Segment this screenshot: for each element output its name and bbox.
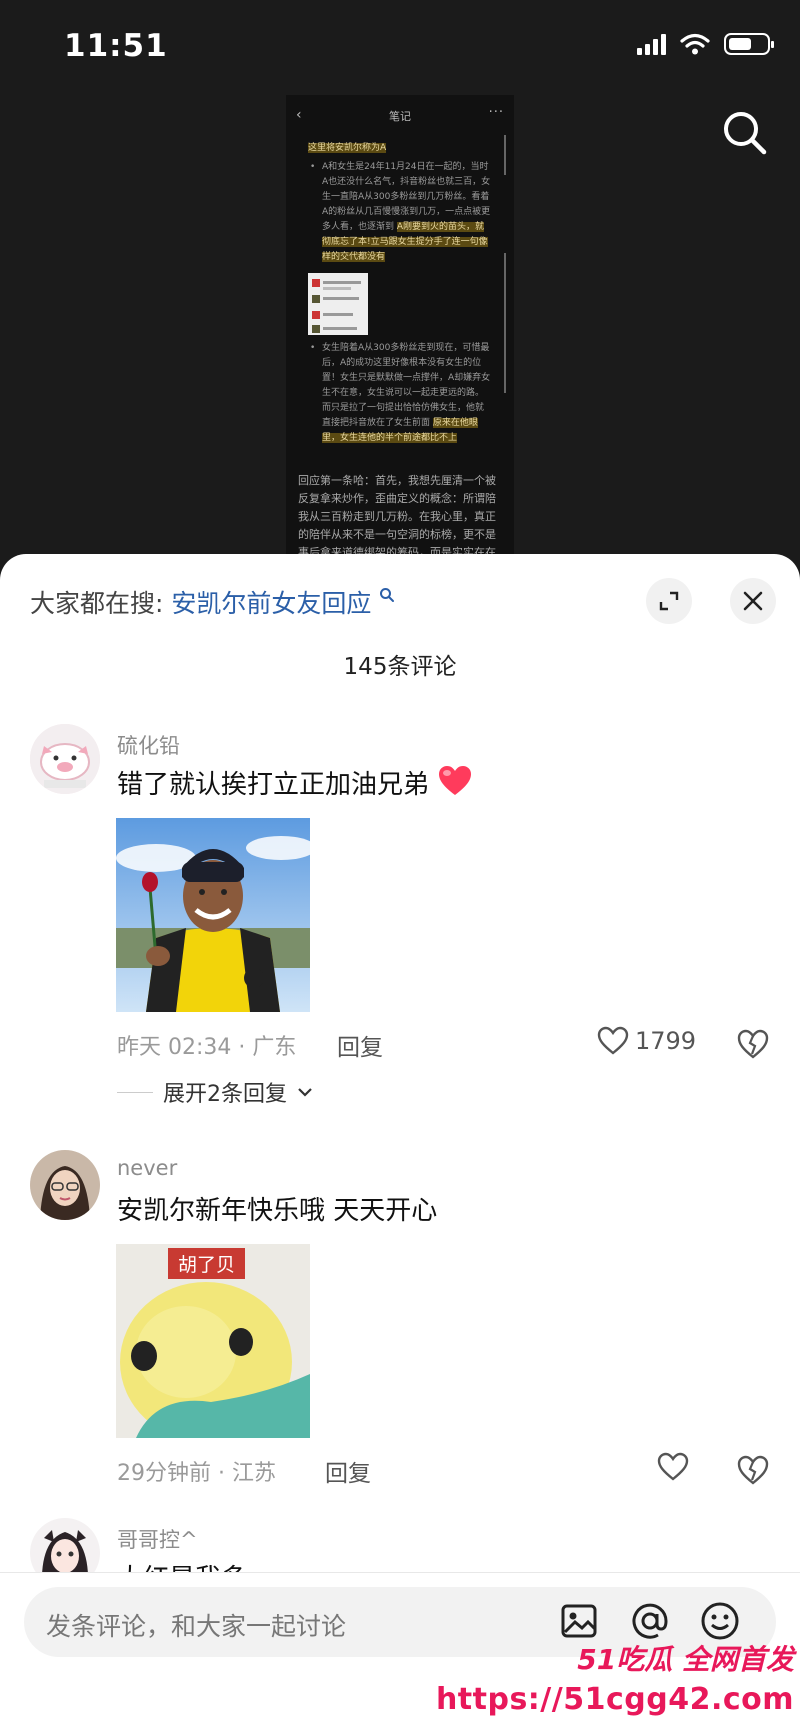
expand-replies-label: 展开2条回复 bbox=[163, 1082, 287, 1107]
wifi-icon bbox=[680, 33, 710, 55]
status-time: 11:51 bbox=[64, 28, 168, 64]
battery-icon bbox=[724, 33, 774, 55]
comment-text-content: 错了就认挨打立正加油兄弟 bbox=[117, 770, 430, 800]
expand-replies[interactable]: 展开2条回复 bbox=[117, 1076, 313, 1108]
hot-search-keyword[interactable]: 安凯尔前女友回应 bbox=[171, 589, 371, 618]
note-scrollbar-2 bbox=[504, 253, 506, 393]
video-area[interactable]: 11:51 ‹ 笔记 ··· 这里将安凯尔称为A A和 bbox=[0, 0, 800, 590]
image-icon[interactable] bbox=[558, 1599, 602, 1643]
close-button[interactable] bbox=[730, 578, 776, 624]
avatar[interactable] bbox=[30, 724, 100, 794]
comment-text: 错了就认挨打立正加油兄弟 bbox=[117, 764, 473, 801]
dislike-icon[interactable] bbox=[736, 1453, 770, 1487]
comment-count: 145条评论 bbox=[343, 654, 457, 680]
status-icons bbox=[637, 33, 774, 55]
commenter-name[interactable]: 哥哥控^ bbox=[117, 1524, 198, 1554]
like-button[interactable]: 1799 bbox=[597, 1026, 696, 1056]
note-header: ‹ 笔记 ··· bbox=[286, 95, 514, 135]
reply-button[interactable]: 回复 bbox=[325, 1454, 371, 1488]
note-screenshot: ‹ 笔记 ··· 这里将安凯尔称为A A和女生是24年11月24日在一起的，当时… bbox=[286, 95, 514, 590]
search-button[interactable] bbox=[720, 108, 770, 158]
reply-button[interactable]: 回复 bbox=[337, 1028, 383, 1062]
hot-search-prefix: 大家都在搜: bbox=[30, 589, 164, 618]
divider-line bbox=[117, 1091, 153, 1093]
expand-icon bbox=[659, 591, 679, 611]
heart-outline-icon bbox=[597, 1026, 629, 1055]
signal-icon bbox=[637, 33, 666, 55]
comment-sticker[interactable]: 胡了贝 bbox=[116, 1244, 310, 1438]
comment-text: 安凯尔新年快乐哦 天天开心 bbox=[117, 1196, 438, 1226]
status-bar: 11:51 bbox=[0, 0, 800, 80]
close-icon bbox=[743, 591, 763, 611]
watermark-url: https://51cgg42.com bbox=[435, 1682, 794, 1717]
chevron-down-icon bbox=[298, 1088, 312, 1097]
note-scrollbar bbox=[504, 135, 506, 175]
note-intro: 这里将安凯尔称为A bbox=[308, 143, 387, 153]
emoji-icon[interactable] bbox=[698, 1599, 742, 1643]
more-icon: ··· bbox=[488, 105, 504, 120]
heart-emoji-icon bbox=[439, 766, 472, 795]
avatar[interactable] bbox=[30, 1150, 100, 1220]
note-title: 笔记 bbox=[389, 110, 411, 123]
heart-outline-icon bbox=[657, 1452, 689, 1481]
comment-panel: 大家都在搜: 安凯尔前女友回应 145条评论 硫化铅 错了就认挨打立正加油兄弟 … bbox=[0, 554, 800, 1732]
mention-icon[interactable] bbox=[628, 1599, 672, 1643]
comment-image-photo[interactable] bbox=[116, 818, 310, 1012]
comment-input-placeholder: 发条评论，和大家一起讨论 bbox=[46, 1612, 347, 1641]
watermark-logo: 51吃瓜 全网首发 bbox=[577, 1643, 794, 1676]
comment-time-location: 昨天 02:34 · 广东 bbox=[117, 1035, 297, 1060]
commenter-name[interactable]: never bbox=[117, 1156, 177, 1180]
note-embedded-image bbox=[308, 273, 368, 335]
expand-panel-button[interactable] bbox=[646, 578, 692, 624]
search-small-icon bbox=[380, 587, 395, 602]
sticker-label: 胡了贝 bbox=[168, 1248, 246, 1279]
dislike-icon[interactable] bbox=[736, 1027, 770, 1061]
note-body: 这里将安凯尔称为A A和女生是24年11月24日在一起的，当时A也还没什么名气，… bbox=[286, 135, 514, 446]
commenter-name[interactable]: 硫化铅 bbox=[117, 730, 180, 760]
like-button[interactable] bbox=[657, 1452, 689, 1482]
hot-search[interactable]: 大家都在搜: 安凯尔前女友回应 bbox=[30, 584, 395, 620]
comment-time-location: 29分钟前 · 江苏 bbox=[117, 1461, 276, 1486]
like-count: 1799 bbox=[635, 1027, 697, 1055]
search-icon bbox=[724, 112, 767, 155]
note-bullet-2: 女生陪着A从300多粉丝走到现在，可惜最后，A的成功这里好像根本没有女生的位置！… bbox=[322, 343, 491, 428]
